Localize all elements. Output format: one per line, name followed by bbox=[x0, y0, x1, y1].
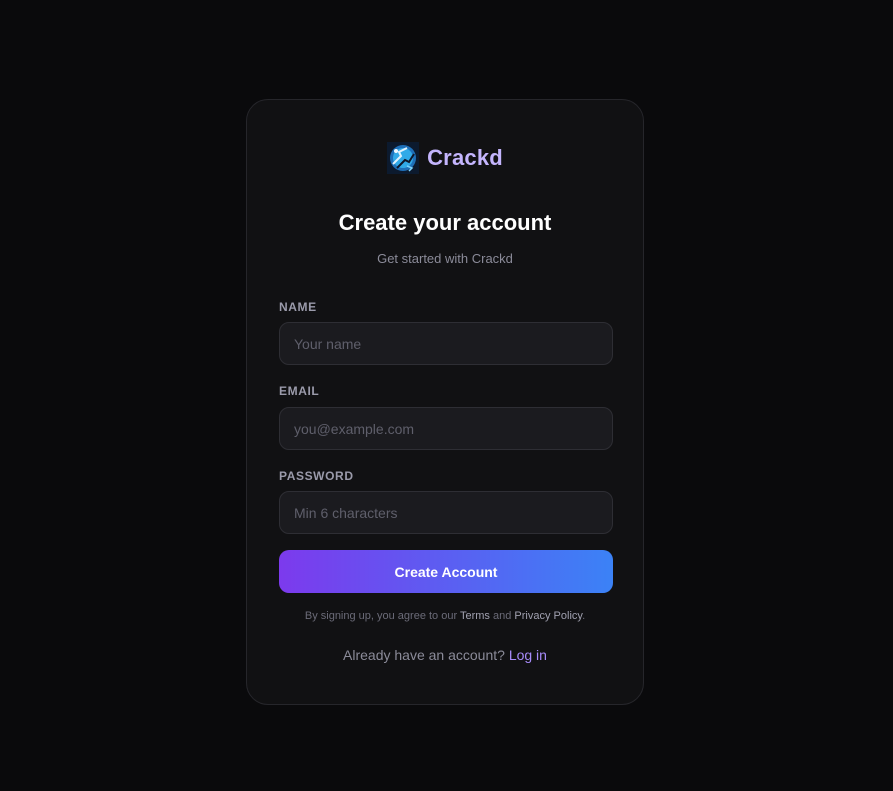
privacy-policy-link[interactable]: Privacy Policy bbox=[514, 610, 582, 622]
terms-notice: By signing up, you agree to our Terms an… bbox=[247, 610, 643, 622]
create-account-button[interactable]: Create Account bbox=[279, 550, 613, 593]
brand-name: Crackd bbox=[427, 145, 503, 170]
name-label: NAME bbox=[279, 300, 317, 314]
email-label: EMAIL bbox=[279, 384, 320, 398]
page-subtitle: Get started with Crackd bbox=[377, 251, 513, 266]
login-prompt: Already have an account? Log in bbox=[247, 647, 643, 663]
brand: Crackd bbox=[247, 142, 643, 174]
terms-prefix: By signing up, you agree to our bbox=[304, 610, 458, 622]
crackd-logo-icon bbox=[387, 142, 420, 174]
login-prompt-text: Already have an account? bbox=[343, 647, 505, 663]
terms-and: and bbox=[493, 610, 512, 622]
signup-card: Crackd Create your account Get started w… bbox=[246, 99, 644, 705]
password-label: PASSWORD bbox=[279, 469, 354, 483]
name-input[interactable] bbox=[279, 322, 613, 365]
page-title: Create your account bbox=[338, 210, 552, 235]
email-input[interactable] bbox=[279, 407, 613, 450]
password-input[interactable] bbox=[279, 491, 613, 534]
terms-suffix: . bbox=[582, 610, 586, 622]
login-link[interactable]: Log in bbox=[509, 647, 547, 663]
terms-link[interactable]: Terms bbox=[460, 610, 490, 622]
